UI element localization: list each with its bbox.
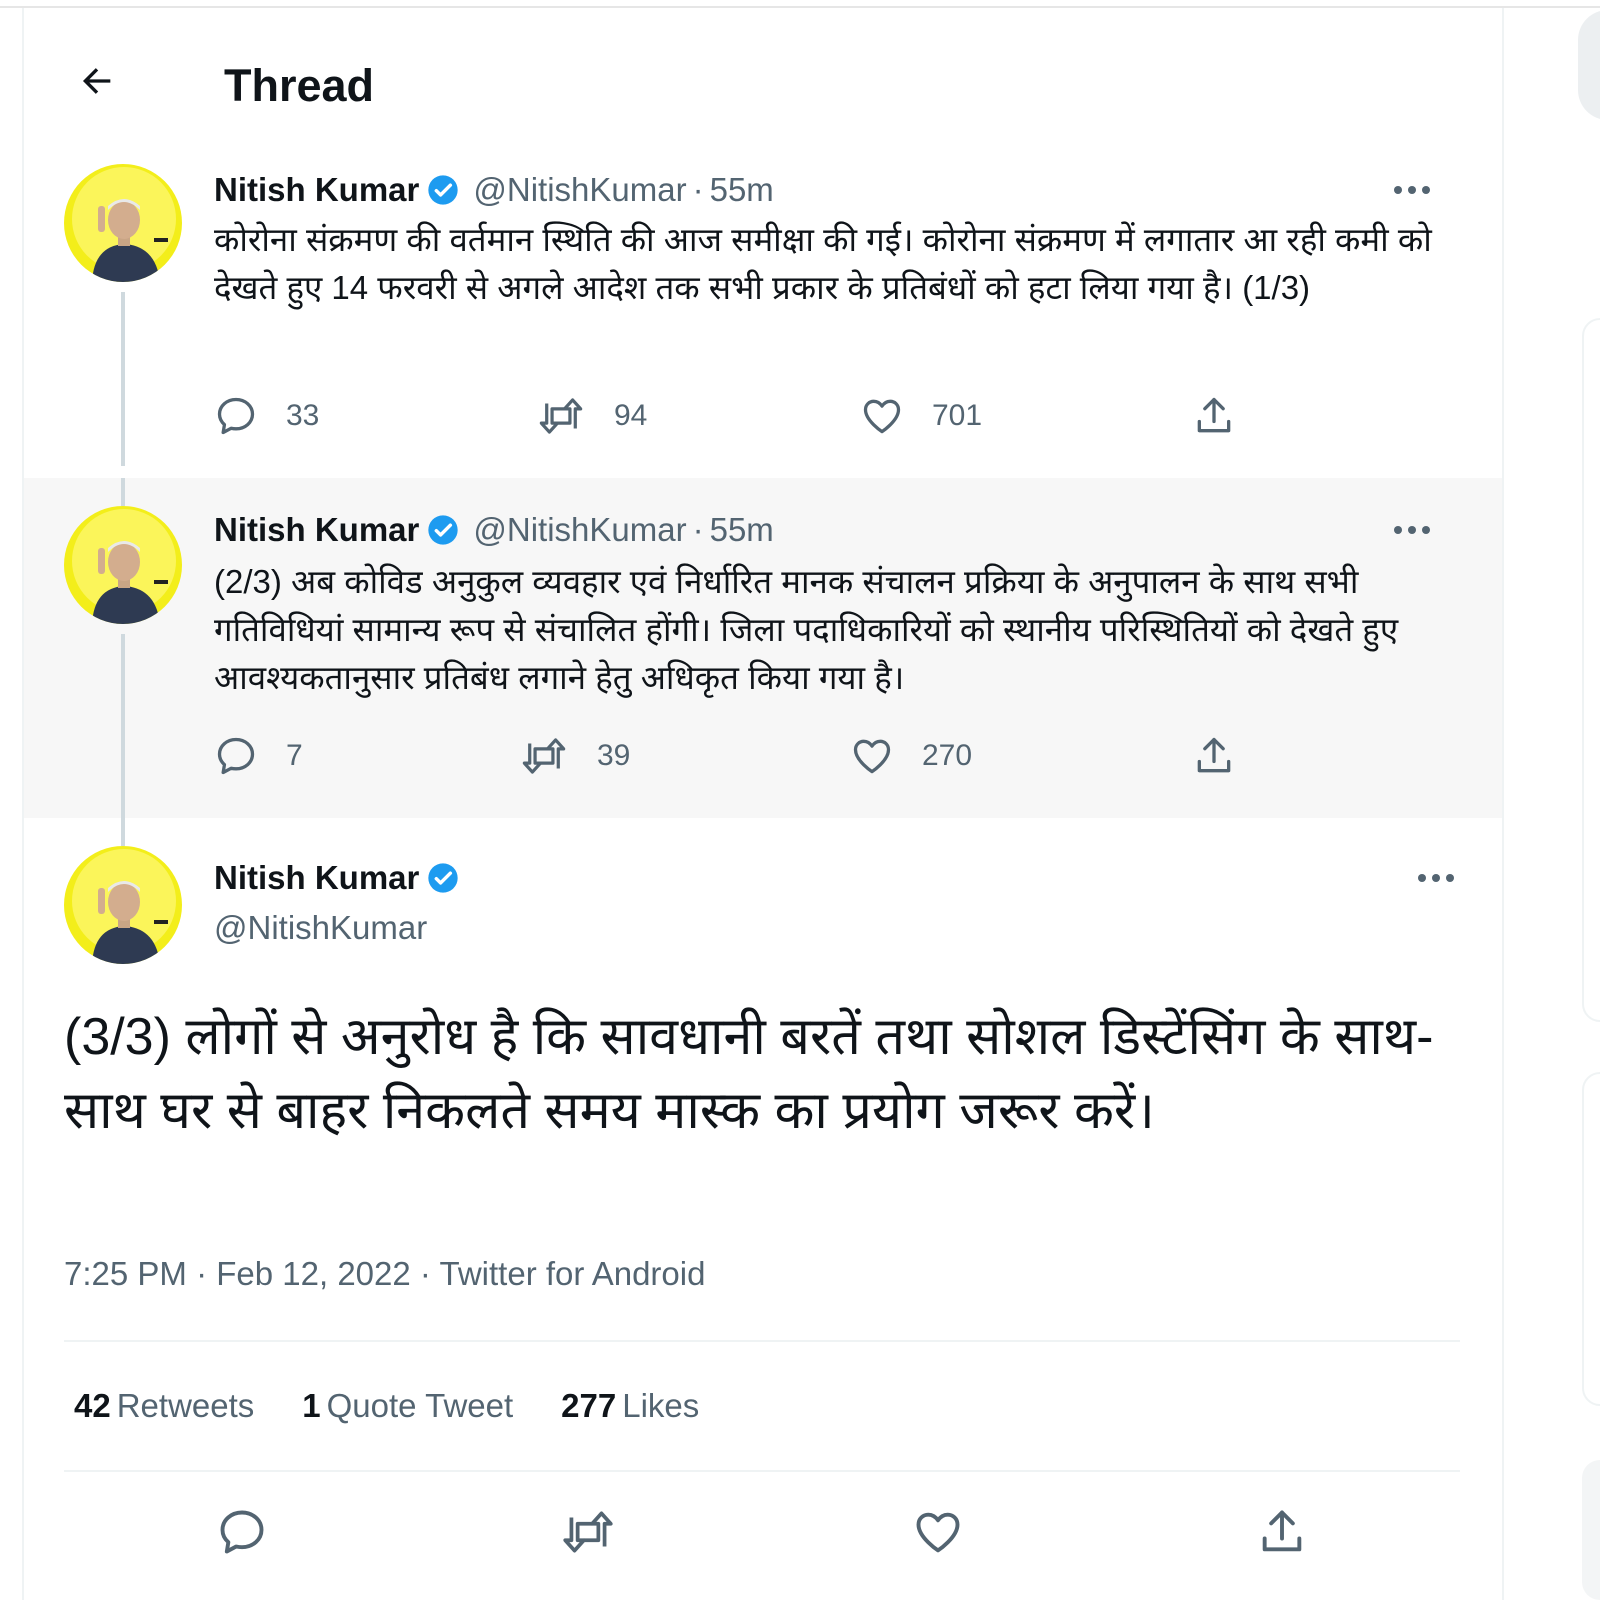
more-icon (1394, 186, 1430, 194)
separator-dot: · (419, 1255, 431, 1292)
avatar[interactable] (64, 506, 182, 624)
reply-icon (217, 737, 255, 775)
thread-connector (121, 818, 125, 846)
reply-button[interactable]: 7 (214, 734, 303, 778)
retweet-count: 94 (614, 399, 648, 432)
share-icon (1197, 737, 1231, 773)
quotes-count: 1 (302, 1387, 321, 1424)
likes-count: 277 (561, 1387, 617, 1424)
sidebar-search-box[interactable] (1578, 10, 1600, 120)
tweet-actions: 33 94 701 (214, 394, 1314, 444)
more-button[interactable] (1384, 170, 1440, 210)
quotes-label: Quote Tweet (326, 1387, 514, 1424)
like-icon (863, 399, 901, 434)
main-tweet-actions (24, 1500, 1502, 1564)
reply-button[interactable] (210, 1500, 274, 1564)
like-icon (916, 1512, 960, 1553)
author-name[interactable]: Nitish Kumar (214, 858, 419, 898)
retweets-count: 42 (74, 1387, 111, 1424)
retweet-icon (522, 738, 566, 774)
back-arrow-icon (82, 68, 111, 94)
tweet-text: (2/3) अब कोविड अनुकुल व्यवहार एवं निर्धा… (214, 563, 1399, 696)
like-button[interactable]: 270 (850, 734, 972, 778)
divider (64, 1340, 1460, 1342)
share-icon (1197, 397, 1231, 433)
thread-connector (121, 292, 125, 466)
retweet-icon (563, 1511, 613, 1553)
author-handle[interactable]: @NitishKumar (473, 170, 686, 210)
like-count: 701 (932, 399, 983, 432)
tweet-1[interactable]: Nitish Kumar @NitishKumar · 55m कोरोना स… (24, 150, 1502, 466)
tweet-text: कोरोना संक्रमण की वर्तमान स्थिति की आज स… (214, 221, 1432, 306)
quote-tweets-stat[interactable]: 1 Quote Tweet (302, 1384, 513, 1428)
retweet-button[interactable] (556, 1500, 620, 1564)
main-tweet-text: (3/3) लोगों से अनुरोध है कि सावधानी बरते… (64, 1008, 1434, 1140)
avatar-image (64, 506, 182, 624)
more-button[interactable] (1408, 858, 1464, 898)
back-button[interactable] (66, 50, 128, 112)
share-button[interactable] (1250, 1500, 1314, 1564)
like-count: 270 (922, 739, 973, 772)
thread-connector (121, 634, 125, 818)
retweets-stat[interactable]: 42 Retweets (74, 1384, 254, 1428)
tweet-meta: 7:25 PM · Feb 12, 2022 · Twitter for And… (64, 1252, 705, 1296)
retweet-button[interactable]: 39 (519, 734, 630, 778)
share-button[interactable] (1192, 394, 1236, 438)
author-handle[interactable]: @NitishKumar (214, 908, 427, 948)
sidebar-card (1582, 1072, 1600, 1406)
avatar[interactable] (64, 846, 182, 964)
avatar[interactable] (64, 164, 182, 282)
like-button[interactable] (906, 1500, 970, 1564)
tweet-timestamp[interactable]: 7:25 PM (64, 1255, 187, 1292)
reply-button[interactable]: 33 (214, 394, 319, 438)
author-name[interactable]: Nitish Kumar (214, 170, 419, 210)
avatar-image (64, 846, 182, 964)
verified-badge-icon (427, 514, 459, 546)
thread-connector (121, 478, 125, 506)
page-title: Thread (224, 60, 375, 111)
likes-label: Likes (622, 1387, 700, 1424)
more-button[interactable] (1384, 510, 1440, 550)
verified-badge-icon (427, 174, 459, 206)
share-icon (1262, 1510, 1302, 1552)
like-icon (853, 739, 891, 774)
more-icon (1418, 874, 1454, 882)
column-right-border (1502, 8, 1504, 1600)
sidebar-card (1582, 1460, 1600, 1600)
likes-stat[interactable]: 277 Likes (561, 1384, 699, 1428)
tweet-date[interactable]: Feb 12, 2022 (216, 1255, 411, 1292)
tweet-time[interactable]: 55m (710, 510, 774, 550)
verified-badge-icon (427, 862, 459, 894)
reply-count: 7 (286, 739, 303, 772)
retweets-label: Retweets (116, 1387, 255, 1424)
retweet-count: 39 (597, 739, 631, 772)
separator-dot: · (692, 171, 704, 208)
reply-count: 33 (286, 399, 320, 432)
like-button[interactable]: 701 (860, 394, 982, 438)
retweet-button[interactable]: 94 (536, 394, 647, 438)
tweet-2[interactable]: Nitish Kumar @NitishKumar · 55m (2/3) अब… (24, 478, 1502, 818)
retweet-icon (539, 398, 583, 434)
tweet-stats: 42 Retweets 1 Quote Tweet 277 Likes (74, 1384, 747, 1428)
reply-icon (217, 397, 255, 435)
thread-header: Thread (24, 8, 1502, 148)
author-name[interactable]: Nitish Kumar (214, 510, 419, 550)
tweet-actions: 7 39 270 (214, 734, 1314, 784)
share-button[interactable] (1192, 734, 1236, 778)
sidebar-card (1582, 318, 1600, 1022)
tweet-time[interactable]: 55m (710, 170, 774, 210)
divider (64, 1470, 1460, 1472)
tweet-source[interactable]: Twitter for Android (440, 1255, 706, 1292)
separator-dot: · (196, 1255, 208, 1292)
more-icon (1394, 526, 1430, 534)
author-handle[interactable]: @NitishKumar (473, 510, 686, 550)
avatar-image (64, 164, 182, 282)
reply-icon (220, 1510, 264, 1554)
separator-dot: · (692, 511, 704, 548)
